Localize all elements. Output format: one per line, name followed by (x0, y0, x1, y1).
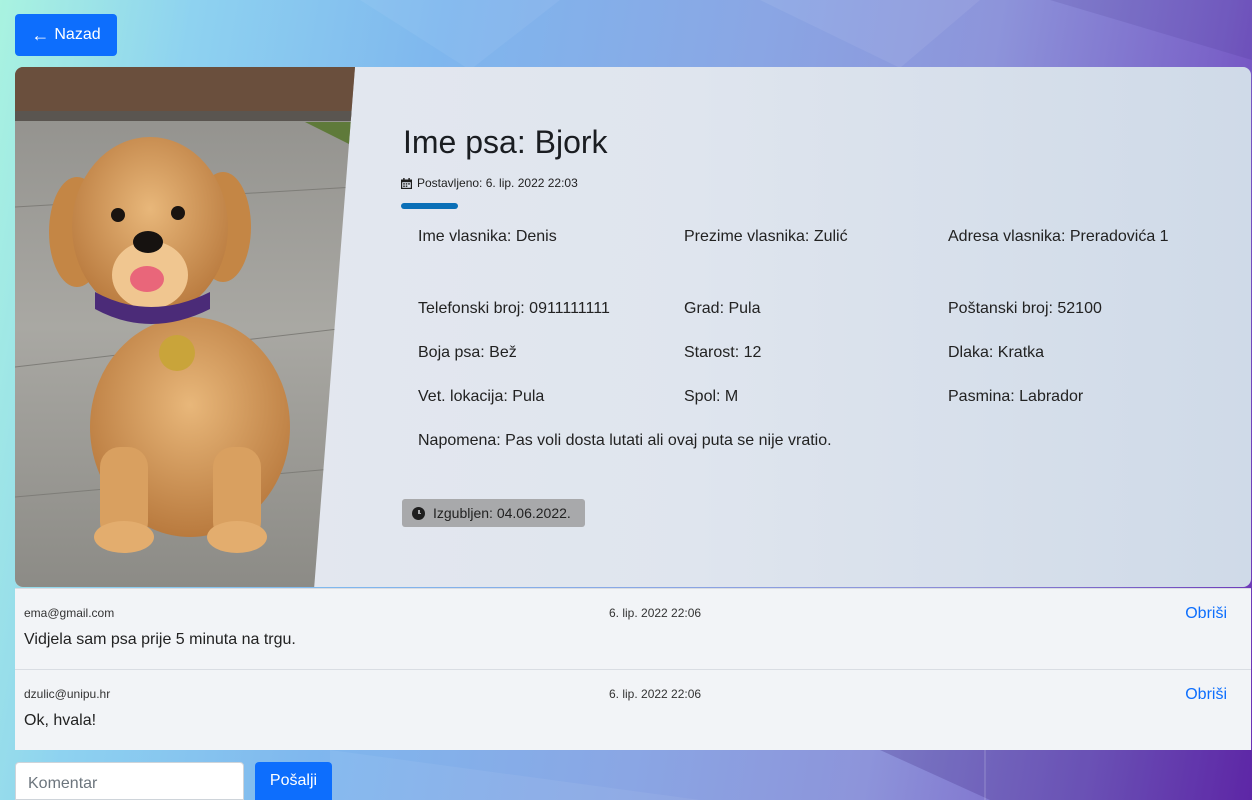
comment-date: 6. lip. 2022 22:06 (609, 687, 702, 701)
comment-author: dzulic@unipu.hr (24, 687, 111, 701)
dog-name-title: Ime psa: Bjork (403, 124, 608, 160)
dog-photo (15, 67, 355, 587)
dog-note: Napomena: Pas voli dosta lutati ali ovaj… (418, 432, 832, 449)
phone-number: Telefonski broj: 0911111111 (418, 300, 610, 317)
clock-icon (412, 506, 425, 520)
owner-last-name: Prezime vlasnika: Zulić (684, 228, 848, 245)
posted-date: Postavljeno: 6. lip. 2022 22:03 (401, 176, 578, 190)
lost-date-text: Izgubljen: 04.06.2022. (433, 505, 571, 521)
send-button[interactable]: Pošalji (255, 762, 332, 800)
owner-first-name: Ime vlasnika: Denis (418, 228, 557, 245)
comment-text: Ok, hvala! (24, 712, 97, 729)
dog-coat: Dlaka: Kratka (948, 344, 1045, 361)
dog-detail-card: Ime psa: Bjork Postavljeno: 6. lip. 2022… (15, 67, 1251, 587)
posted-date-text: Postavljeno: 6. lip. 2022 22:03 (417, 176, 578, 190)
comment-date: 6. lip. 2022 22:06 (609, 606, 702, 620)
dog-color: Boja psa: Bež (418, 344, 517, 361)
vet-location: Vet. lokacija: Pula (418, 388, 545, 405)
postal-code: Poštanski broj: 52100 (948, 300, 1102, 317)
comment-input[interactable] (15, 762, 244, 800)
calendar-icon (401, 177, 412, 189)
dog-breed: Pasmina: Labrador (948, 388, 1084, 405)
lost-date-badge: Izgubljen: 04.06.2022. (402, 499, 585, 527)
owner-address: Adresa vlasnika: Preradovića 1 (948, 228, 1169, 245)
city: Grad: Pula (684, 300, 761, 317)
back-button-label: Nazad (54, 26, 101, 43)
dog-age: Starost: 12 (684, 344, 762, 361)
delete-comment-link[interactable]: Obriši (1185, 605, 1227, 623)
title-accent-bar (401, 203, 458, 209)
comment-item: dzulic@unipu.hr 6. lip. 2022 22:06 Ok, h… (15, 669, 1251, 750)
delete-comment-link[interactable]: Obriši (1185, 686, 1227, 704)
comment-text: Vidjela sam psa prije 5 minuta na trgu. (24, 631, 296, 648)
dog-sex: Spol: M (684, 388, 739, 405)
comment-author: ema@gmail.com (24, 606, 115, 620)
arrow-left-icon: ← (31, 25, 50, 45)
back-button[interactable]: ← Nazad (15, 14, 117, 56)
comment-item: ema@gmail.com 6. lip. 2022 22:06 Vidjela… (15, 588, 1251, 669)
